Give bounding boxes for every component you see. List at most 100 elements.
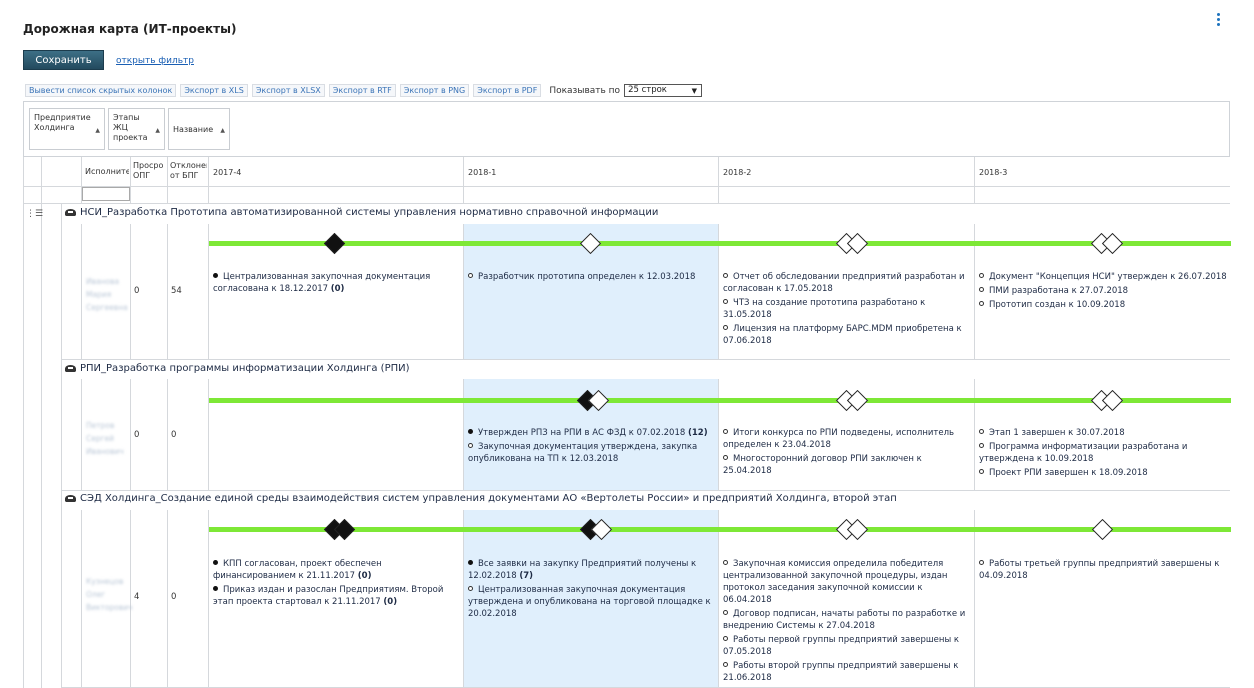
milestone-text: Проект РПИ завершен к 18.09.2018: [989, 468, 1148, 478]
export-xlsx-button[interactable]: Экспорт в XLSX: [251, 84, 325, 97]
milestone-item[interactable]: Многосторонний договор РПИ заключен к 25…: [723, 453, 971, 477]
group-chip-stages[interactable]: Этапы ЖЦ проекта ▲: [108, 108, 165, 150]
executor-name: Петров Сергей Иванович: [86, 421, 124, 456]
column-header-executor[interactable]: Исполнитель: [85, 167, 129, 177]
milestone-text: ПМИ разработана к 27.07.2018: [989, 286, 1129, 296]
roadmap-grid: Исполнитель Просро ОПГ Отклонение от БПГ…: [23, 157, 1231, 688]
milestone-item[interactable]: КПП согласован, проект обеспечен финанси…: [213, 558, 459, 582]
milestone-item[interactable]: Отчет об обследовании предприятий разраб…: [723, 271, 971, 295]
milestone-item[interactable]: Централизованная закупочная документация…: [213, 271, 459, 295]
open-bullet-icon: [979, 560, 984, 565]
overdue-value: 4: [134, 592, 140, 602]
timeline-bar: [209, 527, 1231, 532]
page-size-label: Показывать по: [549, 85, 621, 96]
milestone-item[interactable]: Все заявки на закупку Предприятий получе…: [468, 558, 714, 582]
milestone-count: (0): [383, 597, 398, 607]
export-pdf-button[interactable]: Экспорт в PDF: [473, 84, 542, 97]
milestone-item[interactable]: Документ "Концепция НСИ" утвержден к 26.…: [979, 271, 1229, 283]
milestone-item[interactable]: Централизованная закупочная документация…: [468, 584, 714, 620]
open-bullet-icon: [723, 273, 728, 278]
executor-name: Иванова Мария Сергеевна: [86, 277, 128, 312]
group-chip-name[interactable]: Название ▲: [168, 108, 230, 150]
milestone-item[interactable]: Закупочная комиссия определила победител…: [723, 558, 971, 606]
export-xls-button[interactable]: Экспорт в XLS: [180, 84, 248, 97]
save-button[interactable]: Сохранить: [23, 50, 104, 70]
milestone-item[interactable]: Работы третьей группы предприятий заверш…: [979, 558, 1229, 582]
milestone-item[interactable]: Работы первой группы предприятий заверше…: [723, 634, 971, 658]
milestone-item[interactable]: ПМИ разработана к 27.07.2018: [979, 285, 1229, 297]
milestone-text: Разработчик прототипа определен к 12.03.…: [478, 272, 696, 282]
milestone-item[interactable]: Проект РПИ завершен к 18.09.2018: [979, 467, 1229, 479]
more-options-icon[interactable]: [1214, 13, 1222, 27]
page-size-value: 25 строк: [628, 85, 667, 95]
milestone-list: Документ "Концепция НСИ" утвержден к 26.…: [979, 271, 1229, 313]
sort-asc-icon[interactable]: ▲: [220, 126, 225, 136]
milestone-list: Отчет об обследовании предприятий разраб…: [723, 271, 971, 349]
milestone-text: Приказ издан и разослан Предприятиям. Вт…: [213, 585, 444, 607]
milestone-item[interactable]: Лицензия на платформу БАРС.MDM приобрете…: [723, 323, 971, 347]
executor-filter-input[interactable]: [82, 187, 130, 201]
milestone-list: Работы третьей группы предприятий заверш…: [979, 558, 1229, 584]
page-size-select[interactable]: 25 строк ▼: [624, 84, 703, 97]
milestone-text: Прототип создан к 10.09.2018: [989, 300, 1126, 310]
project-title: НСИ_Разработка Прототипа автоматизирован…: [80, 207, 659, 218]
column-header-period[interactable]: 2018-3: [979, 168, 1007, 178]
milestone-item[interactable]: ЧТЗ на создание прототипа разработано к …: [723, 297, 971, 321]
milestone-open-icon[interactable]: [1091, 518, 1114, 541]
milestone-item[interactable]: Приказ издан и разослан Предприятиям. Вт…: [213, 584, 459, 608]
milestone-item[interactable]: Договор подписан, начаты работы по разра…: [723, 608, 971, 632]
open-bullet-icon: [468, 443, 473, 448]
milestone-item[interactable]: Итоги конкурса по РПИ подведены, исполни…: [723, 427, 971, 451]
milestone-done-icon[interactable]: [323, 232, 346, 255]
open-bullet-icon: [979, 301, 984, 306]
page-title: Дорожная карта (ИТ-проекты): [23, 22, 237, 36]
open-filter-link[interactable]: открыть фильтр: [116, 56, 194, 66]
open-bullet-icon: [723, 455, 728, 460]
open-bullet-icon: [468, 586, 473, 591]
column-header-overdue[interactable]: Просро ОПГ: [133, 161, 166, 181]
done-bullet-icon: [213, 586, 218, 591]
done-bullet-icon: [213, 560, 218, 565]
group-chip-label: Предприятие Холдинга: [34, 113, 91, 132]
project-title-row[interactable]: СЭД Холдинга_Создание единой среды взаим…: [65, 493, 897, 504]
open-bullet-icon: [979, 287, 984, 292]
hidden-columns-button[interactable]: Вывести список скрытых колонок: [25, 84, 177, 97]
project-title-row[interactable]: РПИ_Разработка программы информатизации …: [65, 363, 410, 374]
toolbar: Вывести список скрытых колонок Экспорт в…: [25, 84, 703, 97]
export-rtf-button[interactable]: Экспорт в RTF: [328, 84, 396, 97]
open-bullet-icon: [723, 299, 728, 304]
column-header-period[interactable]: 2018-1: [468, 168, 496, 178]
milestone-item[interactable]: Этап 1 завершен к 30.07.2018: [979, 427, 1229, 439]
project-icon: [65, 494, 77, 503]
milestone-count: (0): [330, 284, 345, 294]
open-bullet-icon: [979, 469, 984, 474]
tree-toggle-icon[interactable]: ⋮☰: [26, 209, 43, 219]
column-header-deviation[interactable]: Отклонение от БПГ: [170, 161, 207, 181]
milestone-list: Разработчик прототипа определен к 12.03.…: [468, 271, 714, 285]
milestone-item[interactable]: Закупочная документация утверждена, заку…: [468, 441, 714, 465]
milestone-text: Лицензия на платформу БАРС.MDM приобрете…: [723, 324, 962, 346]
column-header-period[interactable]: 2018-2: [723, 168, 751, 178]
milestone-item[interactable]: Прототип создан к 10.09.2018: [979, 299, 1229, 311]
open-bullet-icon: [979, 443, 984, 448]
sort-asc-icon[interactable]: ▲: [95, 126, 100, 136]
executor-name: Кузнецов Олег Викторович: [86, 577, 133, 612]
project-icon: [65, 208, 77, 217]
milestone-item[interactable]: Разработчик прототипа определен к 12.03.…: [468, 271, 714, 283]
column-header-period[interactable]: 2017-4: [213, 168, 241, 178]
milestone-text: Работы первой группы предприятий заверше…: [723, 635, 960, 657]
milestone-list: Итоги конкурса по РПИ подведены, исполни…: [723, 427, 971, 479]
timeline-bar: [209, 398, 1231, 403]
timeline-bar: [209, 241, 1231, 246]
milestone-text: Централизованная закупочная документация…: [213, 272, 431, 294]
milestone-item[interactable]: Утвержден РПЗ на РПИ в АС ФЗД к 07.02.20…: [468, 427, 714, 439]
milestone-text: Итоги конкурса по РПИ подведены, исполни…: [723, 428, 955, 450]
milestone-item[interactable]: Работы второй группы предприятий заверше…: [723, 660, 971, 684]
export-png-button[interactable]: Экспорт в PNG: [399, 84, 470, 97]
milestone-item[interactable]: Программа информатизации разработана и у…: [979, 441, 1229, 465]
project-title-row[interactable]: НСИ_Разработка Прототипа автоматизирован…: [65, 207, 658, 218]
group-chip-enterprise[interactable]: Предприятие Холдинга ▲: [29, 108, 105, 150]
deviation-value: 0: [171, 592, 177, 602]
milestone-count: (0): [357, 571, 372, 581]
sort-asc-icon[interactable]: ▲: [155, 126, 160, 136]
